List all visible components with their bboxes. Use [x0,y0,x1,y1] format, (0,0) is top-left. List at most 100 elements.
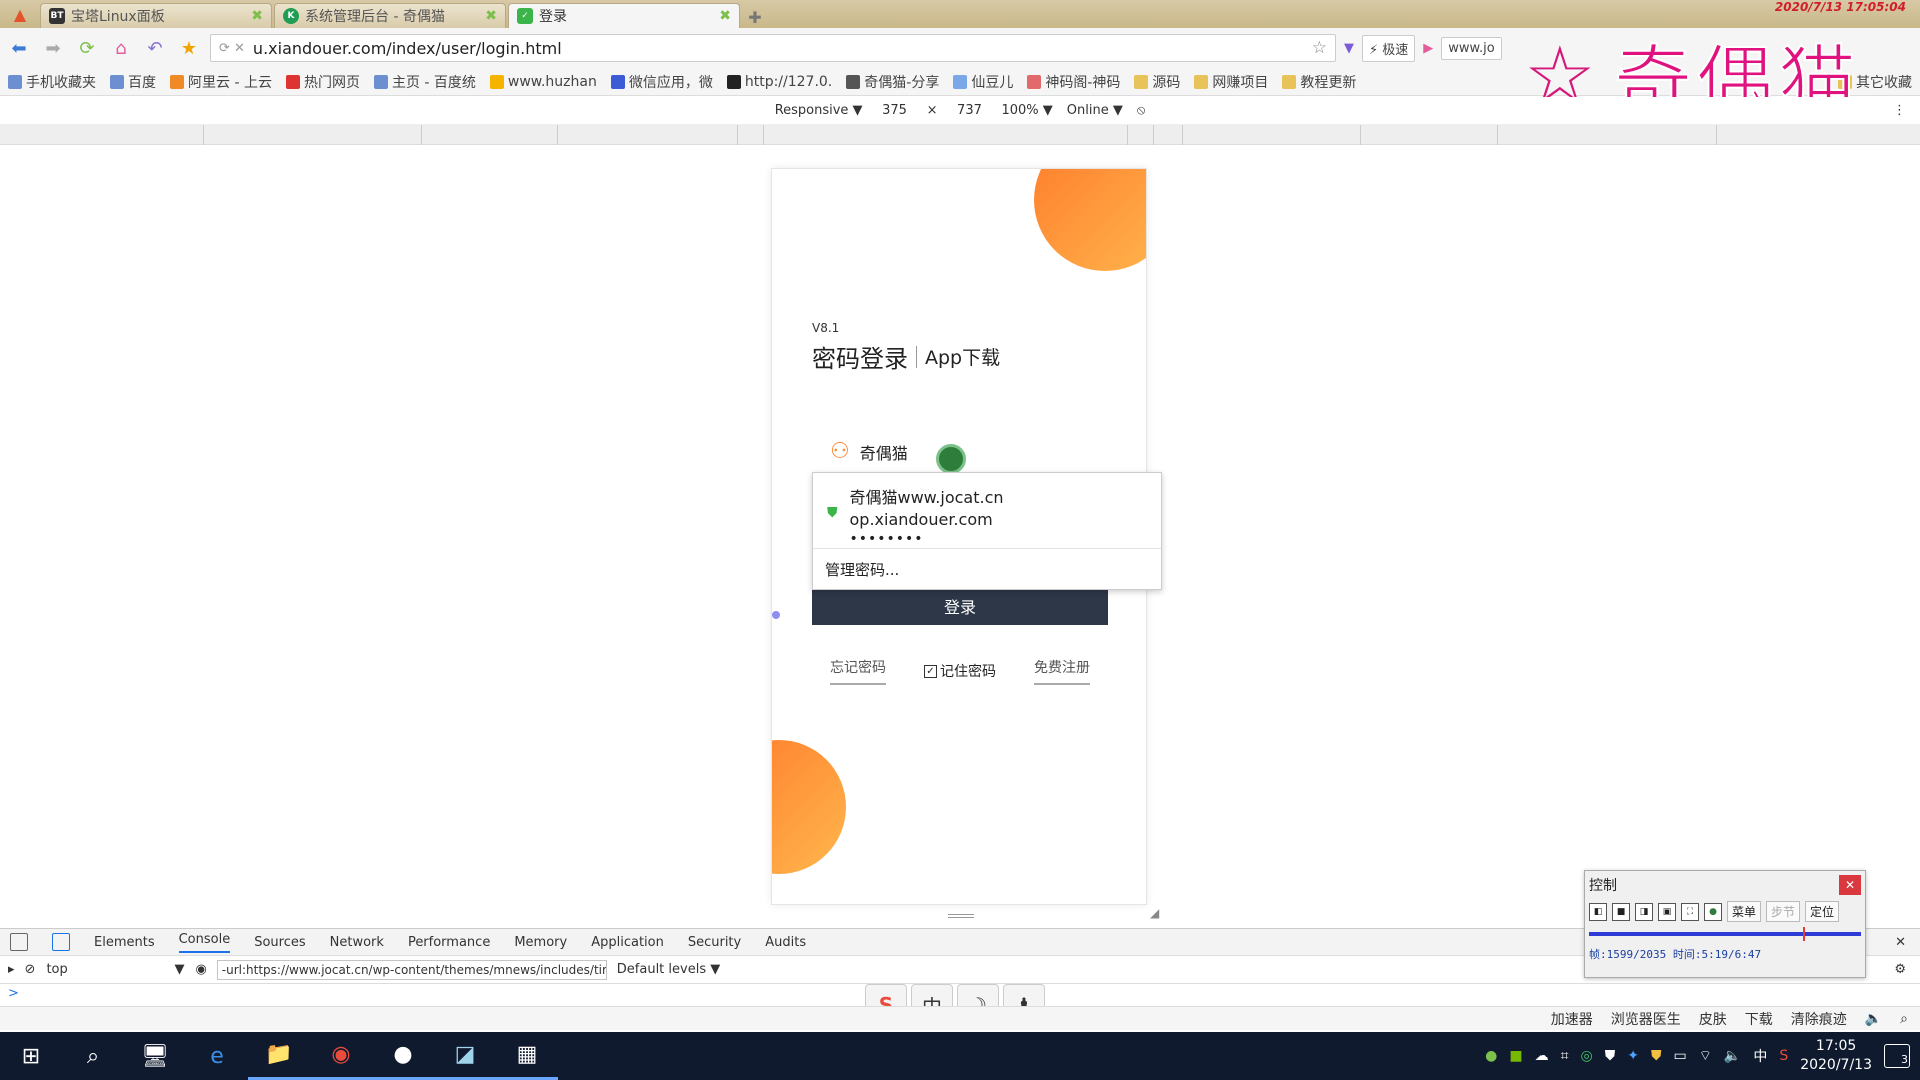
fullscreen-icon[interactable]: ⛶ [1681,902,1699,921]
speed-mode-button[interactable]: ⚡ 极速 [1362,34,1416,62]
volume-icon[interactable]: 🔈 [1724,1048,1741,1064]
reload-small-icon[interactable]: ⟳ ✕ [219,41,245,56]
password-login-tab[interactable]: 密码登录 [812,339,908,374]
bookmark-folder[interactable]: 源码 [1134,72,1180,92]
progress-knob[interactable] [1802,927,1805,941]
file-explorer-icon[interactable]: 📁 [248,1032,310,1080]
battery-icon[interactable]: ▭ [1673,1048,1686,1064]
bookmark-item[interactable]: 手机收藏夹 [8,72,96,92]
tab-login[interactable]: ✓ 登录 ✖ [508,3,740,28]
cloud-icon[interactable]: ☁ [1535,1048,1549,1064]
bookmark-item[interactable]: 主页 - 百度统 [373,72,476,92]
ime-indicator[interactable]: 中 [1753,1046,1767,1066]
log-levels-select[interactable]: Default levels ▼ [617,962,720,977]
computer-icon[interactable]: 🖥 [124,1032,186,1080]
register-link[interactable]: 免费注册 [1034,657,1090,685]
console-prompt[interactable]: > [8,986,19,1001]
tab-audits[interactable]: Audits [765,935,806,950]
zoom-search-icon[interactable]: ⌕ [1900,1011,1908,1027]
forgot-password-link[interactable]: 忘记密码 [830,657,886,685]
camera-icon[interactable]: ⌗ [1561,1048,1569,1064]
close-icon[interactable]: ✖ [251,8,263,24]
device-height-input[interactable]: 737 [951,103,987,118]
console-sidebar-icon[interactable]: ▸ [8,962,15,977]
bookmark-item[interactable]: 百度 [110,72,156,92]
status-accelerator[interactable]: 加速器 [1551,1009,1593,1029]
tab-console[interactable]: Console [178,932,231,953]
windows-start-icon[interactable]: ⊞ [0,1032,62,1080]
sogou-tray-icon[interactable]: S [1779,1048,1788,1064]
menu-button[interactable]: 菜单 [1727,901,1762,922]
close-devtools-icon[interactable]: ✕ [1895,935,1906,950]
app-download-link[interactable]: App下载 [925,343,1000,370]
tab-performance[interactable]: Performance [408,935,490,950]
bookmark-item[interactable]: 仙豆儿 [953,72,1013,92]
url-text[interactable]: u.xiandouer.com/index/user/login.html [253,39,1304,58]
bookmark-item[interactable]: 微信应用，微 [610,72,713,92]
address-bar[interactable]: ⟳ ✕ u.xiandouer.com/index/user/login.htm… [210,34,1336,62]
volume-icon[interactable]: 🔈 [1865,1011,1882,1027]
bookmark-item[interactable]: 奇偶猫-分享 [846,72,939,92]
clear-console-icon[interactable]: ⊘ [25,962,36,977]
tab-admin[interactable]: K 系统管理后台 - 奇偶猫 ✖ [274,3,506,28]
corner-resize-icon[interactable]: ◢ [1150,906,1159,920]
browser-logo-icon[interactable]: ▲ [0,0,40,28]
more-options-icon[interactable]: ⋮ [1893,103,1906,118]
device-width-input[interactable]: 375 [877,103,913,118]
user-avatar-icon[interactable]: ● [372,1032,434,1080]
bookmark-item[interactable]: 热门网页 [285,72,360,92]
checkbox-icon[interactable]: ✓ [924,664,937,678]
bookmark-item[interactable]: 神码阁-神码 [1027,72,1120,92]
tab-sources[interactable]: Sources [254,935,305,950]
window-icon[interactable]: ▣ [1658,902,1676,921]
device-mode-select[interactable]: Responsive ▼ [775,103,863,118]
bookmark-folder[interactable]: 网赚项目 [1194,72,1268,92]
device-toggle-icon[interactable] [52,933,70,951]
play-icon[interactable]: ▶ [1423,41,1433,56]
side-search-box[interactable]: www.jo [1441,36,1502,60]
tab-application[interactable]: Application [591,935,664,950]
undo-icon[interactable]: ↶ [142,35,168,61]
shield-icon[interactable]: ⛊ [1605,1048,1616,1064]
back-icon[interactable]: ⬅ [6,35,32,61]
favorite-star-icon[interactable]: ★ [176,35,202,61]
refresh-icon[interactable]: ⟳ [74,35,100,61]
bookmark-star-icon[interactable]: ☆ [1312,38,1327,58]
saved-credential-item[interactable]: ⛊ 奇偶猫www.jocat.cn op.xiandouer.com •••••… [813,473,1161,549]
inspect-element-icon[interactable] [10,933,28,951]
browser-360-icon[interactable]: ◉ [310,1032,372,1080]
status-skin[interactable]: 皮肤 [1699,1009,1727,1029]
tab-security[interactable]: Security [688,935,741,950]
nvidia-icon[interactable]: ■ [1509,1048,1522,1064]
status-download[interactable]: 下载 [1745,1009,1773,1029]
security-icon[interactable]: ⛊ [1651,1048,1662,1064]
notepad-icon[interactable]: ◪ [434,1032,496,1080]
edge-icon[interactable]: e [186,1032,248,1080]
system-clock[interactable]: 17:05 2020/7/13 [1800,1037,1872,1075]
login-button[interactable]: 登录 [812,587,1108,625]
progress-slider[interactable] [1589,927,1861,941]
bookmark-folder[interactable]: 其它收藏 [1838,72,1912,92]
close-icon[interactable]: ✕ [1839,875,1861,895]
context-select[interactable]: top ▼ [45,961,185,978]
console-filter-input[interactable]: -url:https://www.jocat.cn/wp-content/the… [216,959,607,980]
network-throttle-select[interactable]: Online ▼ [1067,103,1123,118]
close-icon[interactable]: ✖ [485,8,497,24]
close-icon[interactable]: ✖ [719,8,731,24]
dropdown-icon[interactable]: ▼ [1344,41,1354,56]
locate-button[interactable]: 定位 [1805,901,1840,922]
username-field[interactable]: ⚇ 奇偶猫 [830,439,908,464]
wechat-icon[interactable]: ◎ [1581,1048,1593,1064]
bookmark-item[interactable]: www.huzhan [489,74,597,90]
remember-password-checkbox[interactable]: ✓ 记住密码 [924,661,996,681]
bookmark-item[interactable]: http://127.0. [726,74,832,90]
recorder-icon[interactable]: ▦ [496,1032,558,1080]
status-clear-traces[interactable]: 清除痕迹 [1791,1009,1847,1029]
home-icon[interactable]: ⌂ [108,35,134,61]
search-icon[interactable]: ⌕ [62,1032,124,1080]
bookmark-item[interactable]: 阿里云 - 上云 [170,72,272,92]
tab-baota[interactable]: BT 宝塔Linux面板 ✖ [40,3,272,28]
resize-handle[interactable] [948,914,974,918]
status-browser-doctor[interactable]: 浏览器医生 [1611,1009,1681,1029]
forward-icon[interactable]: ➡ [40,35,66,61]
